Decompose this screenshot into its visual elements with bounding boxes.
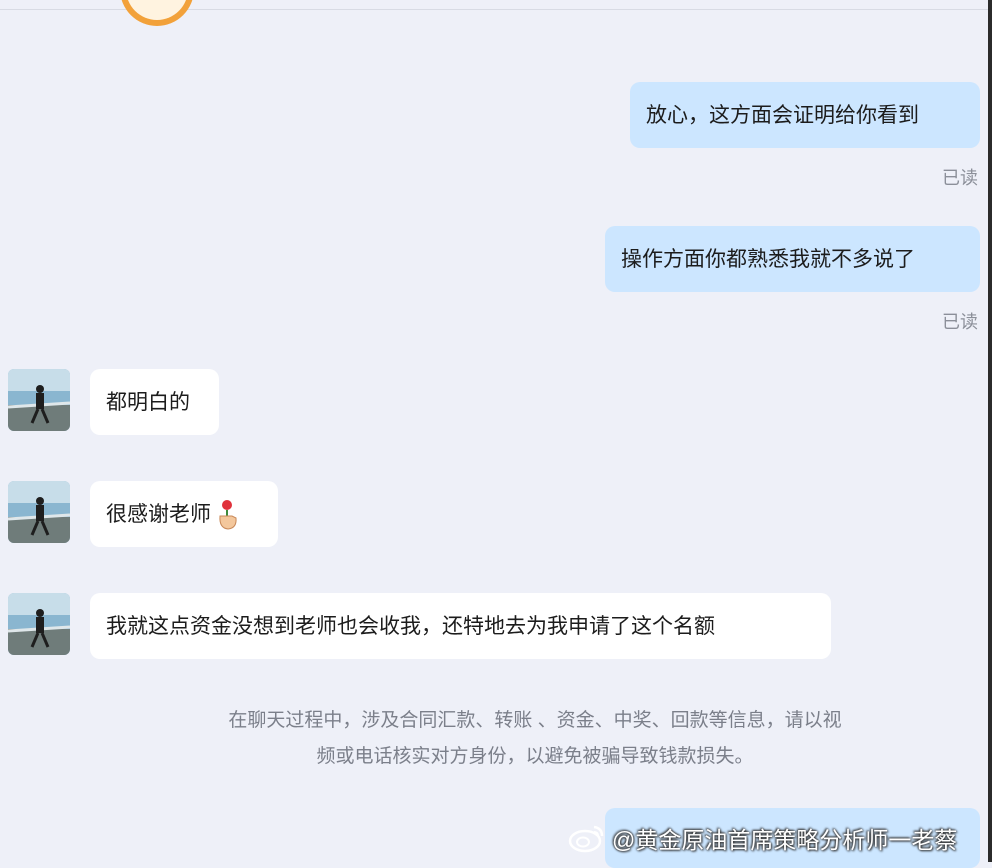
message-text: 放心，这方面会证明给你看到 xyxy=(646,103,919,127)
rose-hand-emoji-icon xyxy=(215,498,241,530)
message-text: 很感谢老师 xyxy=(106,502,211,526)
safety-notice-line: 在聊天过程中，涉及合同汇款、转账 、资金、中奖、回款等信息，请以视 xyxy=(228,710,842,731)
message-text: 我就这点资金没想到老师也会收我，还特地去为我申请了这个名额 xyxy=(106,614,715,638)
safety-notice-line: 频或电话核实对方身份，以避免被骗导致钱款损失。 xyxy=(316,746,754,767)
sender-avatar[interactable] xyxy=(8,481,70,543)
sender-avatar[interactable] xyxy=(8,369,70,431)
message-bubble-incoming[interactable]: 都明白的 xyxy=(90,369,219,435)
window-edge xyxy=(988,0,992,862)
message-text: 操作方面你都熟悉我就不多说了 xyxy=(621,247,915,271)
watermark: @黄金原油首席策略分析师一老蔡 xyxy=(568,820,957,856)
message-bubble-incoming[interactable]: 很感谢老师 xyxy=(90,481,278,547)
message-bubble-outgoing[interactable]: 操作方面你都熟悉我就不多说了 xyxy=(605,226,980,292)
message-bubble-outgoing[interactable]: 放心，这方面会证明给你看到 xyxy=(630,82,980,148)
read-status: 已读 xyxy=(942,312,978,332)
safety-notice: 在聊天过程中，涉及合同汇款、转账 、资金、中奖、回款等信息，请以视 频或电话核实… xyxy=(160,703,910,775)
watermark-text: @黄金原油首席策略分析师一老蔡 xyxy=(612,827,958,853)
message-bubble-incoming[interactable]: 我就这点资金没想到老师也会收我，还特地去为我申请了这个名额 xyxy=(90,593,831,659)
weibo-icon xyxy=(568,825,604,853)
message-text: 都明白的 xyxy=(106,390,190,414)
read-status: 已读 xyxy=(942,168,978,188)
contact-avatar[interactable] xyxy=(120,0,194,26)
sender-avatar[interactable] xyxy=(8,593,70,655)
